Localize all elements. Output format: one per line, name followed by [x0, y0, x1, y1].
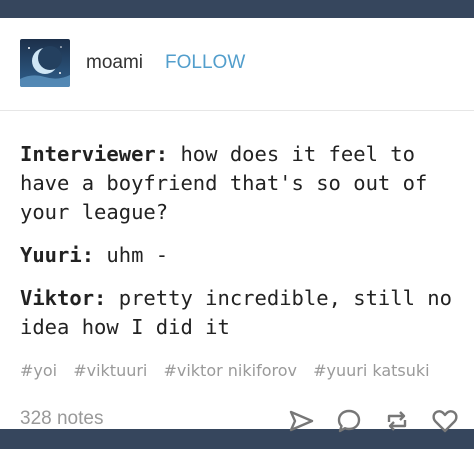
blog-name-link[interactable]: moami — [86, 52, 143, 74]
tag-link[interactable]: #viktuuri — [73, 361, 147, 380]
tags-fade-overlay — [430, 361, 460, 385]
speaker-name: Yuuri: — [20, 243, 95, 267]
dialogue-line: Yuuri: uhm - — [20, 241, 460, 270]
speaker-name: Viktor: — [20, 286, 107, 310]
tag-link[interactable]: #yoi — [20, 361, 57, 380]
crescent-moon-avatar-icon — [20, 39, 70, 87]
dialogue-line: Viktor: pretty incredible, still no idea… — [20, 284, 460, 342]
follow-button[interactable]: FOLLOW — [165, 52, 245, 74]
speaker-name: Interviewer: — [20, 142, 169, 166]
reblog-icon[interactable] — [382, 406, 412, 436]
like-icon[interactable] — [430, 406, 460, 436]
dialogue-line: Interviewer: how does it feel to have a … — [20, 140, 460, 227]
post-actions — [286, 406, 460, 436]
tag-link[interactable]: #viktor nikiforov — [163, 361, 297, 380]
tag-list: #yoi #viktuuri #viktor nikiforov #yuuri … — [20, 361, 460, 385]
reply-icon[interactable] — [334, 406, 364, 436]
share-icon[interactable] — [286, 406, 316, 436]
blog-avatar[interactable] — [20, 39, 70, 87]
dialogue-text: uhm - — [94, 243, 169, 267]
post-card: moami FOLLOW Interviewer: how does it fe… — [0, 18, 474, 433]
post-header: moami FOLLOW — [20, 38, 245, 88]
tag-link[interactable]: #yuuri katsuki — [313, 361, 430, 380]
post-footer: 328 notes — [20, 408, 460, 434]
post-body: Interviewer: how does it feel to have a … — [20, 140, 460, 356]
header-divider — [0, 110, 474, 111]
notes-count[interactable]: 328 notes — [20, 408, 103, 430]
